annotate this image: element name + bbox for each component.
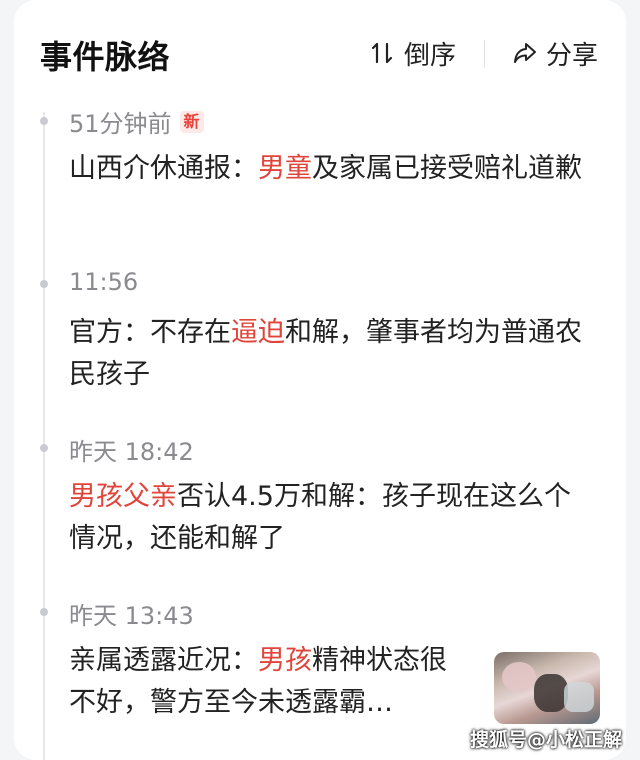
source-watermark: 搜狐号@小松正解 (469, 729, 622, 751)
timeline-dot (40, 444, 48, 452)
timeline-dot (40, 117, 48, 125)
headline-highlight: 男童 (258, 153, 312, 184)
thumbnail-shape (502, 662, 536, 692)
share-button[interactable]: 分享 (512, 36, 599, 71)
time-text: 11:56 (69, 268, 139, 296)
timeline-line (43, 112, 45, 760)
headline-segment: 及家属已接受赔礼道歉 (312, 153, 582, 184)
timeline-dot (40, 608, 48, 616)
item-headline[interactable]: 亲属透露近况：男孩精神状态很不好，警方至今未透露霸… (69, 640, 469, 724)
headline-segment: 亲属透露近况： (69, 645, 258, 676)
item-time: 昨天 18:42 (69, 432, 194, 467)
share-icon (514, 43, 536, 63)
headline-segment: 山西介休通报： (69, 153, 258, 184)
thumbnail-shape (534, 674, 568, 712)
page-title: 事件脉络 (40, 38, 171, 76)
timeline-dot (40, 280, 48, 288)
event-timeline-card: 事件脉络 倒序 分享 51分钟前 新 山西介休通报：男童及家属已接受赔礼道歉 1… (14, 0, 626, 760)
sort-label: 倒序 (404, 40, 457, 71)
time-text: 昨天 13:43 (69, 602, 194, 630)
sort-button[interactable]: 倒序 (370, 36, 457, 71)
time-text: 51分钟前 (69, 110, 172, 138)
share-label: 分享 (546, 40, 599, 71)
headline-segment: 官方：不存在 (69, 317, 231, 348)
header: 事件脉络 倒序 分享 (40, 26, 600, 82)
new-badge: 新 (179, 110, 204, 133)
news-thumbnail[interactable] (494, 652, 600, 724)
sort-order-icon (371, 42, 393, 64)
thumbnail-shape (564, 682, 594, 712)
headline-highlight: 逼迫 (231, 317, 285, 348)
item-time: 51分钟前 新 (69, 104, 204, 139)
item-headline[interactable]: 男孩父亲否认4.5万和解：孩子现在这么个情况，还能和解了 (69, 476, 589, 560)
header-divider (484, 40, 485, 68)
item-headline[interactable]: 山西介休通报：男童及家属已接受赔礼道歉 (69, 148, 589, 190)
time-text: 昨天 18:42 (69, 438, 194, 466)
headline-highlight: 男孩父亲 (69, 481, 177, 512)
headline-highlight: 男孩 (258, 645, 312, 676)
item-time: 昨天 13:43 (69, 596, 194, 631)
item-time: 11:56 (69, 268, 138, 296)
item-headline[interactable]: 官方：不存在逼迫和解，肇事者均为普通农民孩子 (69, 312, 589, 396)
